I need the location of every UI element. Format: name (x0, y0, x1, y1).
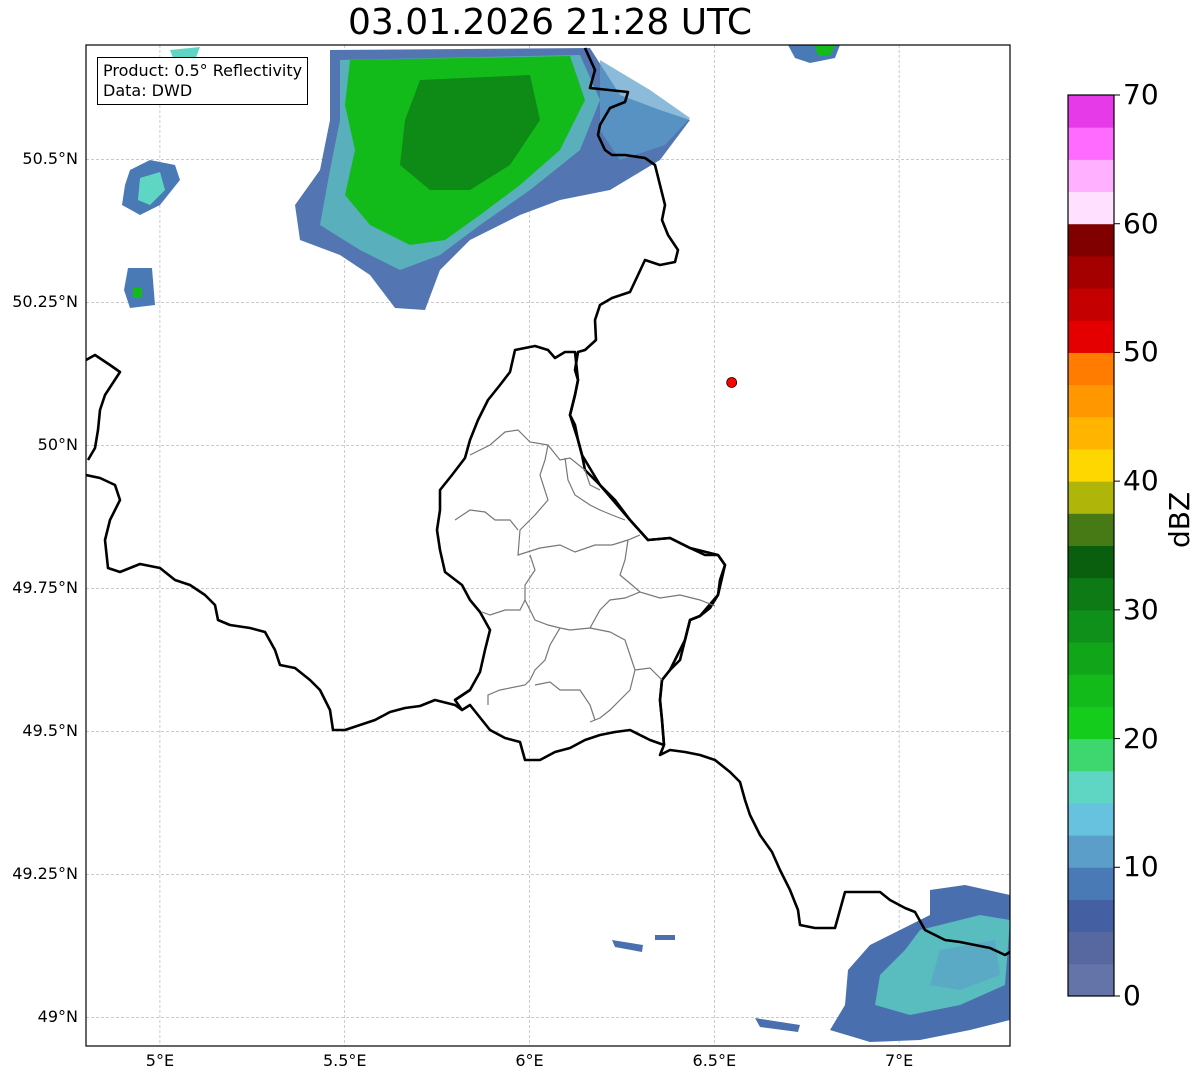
colorbar-segment (1068, 835, 1114, 868)
colorbar-segment (1068, 352, 1114, 386)
colorbar-segment (1068, 706, 1114, 740)
longitude-label: 5°E (145, 1051, 175, 1070)
colorbar-segment (1068, 481, 1114, 514)
echo-south-small-3 (655, 935, 675, 940)
latitude-label: 50°N (37, 435, 78, 455)
longitude-label: 7°E (884, 1051, 914, 1070)
radar-map (85, 44, 1120, 1047)
info-box: Product: 0.5° Reflectivity Data: DWD (97, 57, 309, 105)
colorbar-segment (1068, 577, 1114, 611)
colorbar-segment (1068, 191, 1114, 225)
luxembourg-districts (454, 429, 716, 723)
latitude-label: 49.75°N (12, 578, 78, 598)
colorbar-segment (1068, 802, 1114, 836)
longitude-label: 6.5°E (692, 1051, 737, 1070)
longitude-label: 5.5°E (322, 1051, 367, 1070)
echo-north-light-blue (600, 60, 690, 160)
border-luxembourg (435, 344, 727, 762)
colorbar-segment (1068, 867, 1114, 900)
radar-site-marker (726, 377, 738, 388)
colorbar-segment (1068, 609, 1114, 643)
colorbar-segment (1068, 223, 1114, 257)
colorbar-segment (1068, 674, 1114, 707)
latitude-label: 50.25°N (12, 292, 78, 312)
colorbar-segment (1068, 545, 1114, 579)
border-belgium-west (86, 353, 122, 461)
colorbar-tick-label: 50 (1123, 335, 1159, 369)
colorbar-segment (1068, 931, 1114, 965)
colorbar-segment (1068, 320, 1114, 353)
colorbar-tick-label: 60 (1123, 206, 1159, 240)
product-label: Product: 0.5° Reflectivity (103, 61, 303, 80)
colorbar-segment (1068, 384, 1114, 418)
colorbar-tick-label: 40 (1123, 464, 1159, 498)
echo-west-2-core (133, 288, 142, 298)
latitude-label: 49.5°N (22, 721, 78, 741)
colorbar-label: dBZ (1163, 491, 1196, 548)
colorbar-segment (1068, 159, 1114, 193)
colorbar-segment (1068, 95, 1114, 128)
longitude-label: 6°E (515, 1051, 544, 1070)
colorbar (1068, 95, 1114, 997)
border-lux-fr-south (454, 688, 471, 702)
colorbar-tick-label: 70 (1123, 78, 1159, 111)
colorbar-tick-label: 30 (1123, 592, 1159, 626)
colorbar-tickmarks (1114, 94, 1120, 997)
colorbar-tick-label: 0 (1123, 979, 1141, 1012)
colorbar-segment (1068, 963, 1114, 997)
colorbar-segment (1068, 255, 1114, 289)
echo-south-small-2 (755, 1018, 800, 1032)
colorbar-segment (1068, 642, 1114, 675)
colorbar-segment (1068, 416, 1114, 450)
border-belgium-france (86, 473, 463, 732)
colorbar-segment (1068, 288, 1114, 321)
map-title: 03.01.2026 21:28 UTC (347, 2, 753, 43)
colorbar-segment (1068, 127, 1114, 160)
colorbar-tick-label: 10 (1123, 850, 1159, 884)
latitude-label: 49.25°N (12, 864, 78, 884)
colorbar-segment (1068, 770, 1114, 804)
colorbar-segment (1068, 513, 1114, 546)
latitude-label: 50.5°N (22, 149, 78, 169)
echo-south-small-1 (612, 940, 643, 952)
latitude-label: 49°N (37, 1007, 78, 1027)
colorbar-tick-label: 20 (1123, 721, 1159, 755)
data-source-label: Data: DWD (103, 81, 193, 100)
colorbar-segment (1068, 448, 1114, 482)
colorbar-segment (1068, 738, 1114, 772)
colorbar-segment (1068, 899, 1114, 933)
